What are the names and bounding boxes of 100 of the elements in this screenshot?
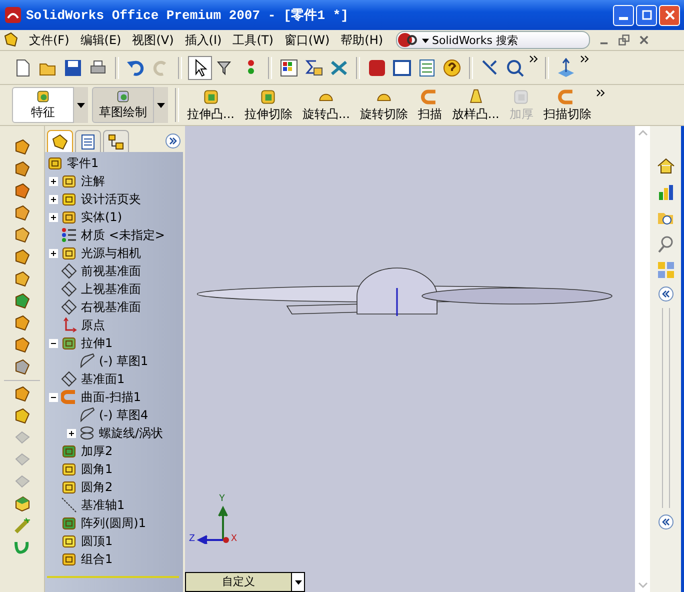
view-dropdown[interactable]: 自定义 [185,572,305,592]
menu-item[interactable]: 视图(V) [128,32,181,48]
extrude-icon [202,88,220,106]
tree-item[interactable]: 圆角2 [81,478,113,496]
tree-root[interactable]: 零件1 [67,154,99,172]
close-icon[interactable] [638,34,650,46]
chevron-icon[interactable] [580,55,590,63]
tool-icon[interactable] [13,385,31,403]
close-button[interactable] [659,4,680,26]
origin-icon [61,317,77,333]
restore-icon[interactable] [618,34,630,46]
expand-panel-icon[interactable] [165,133,181,149]
feature-icon [61,245,77,261]
tree-item[interactable]: 加厚2 [81,442,113,460]
plane-icon [61,281,77,297]
collapse-pane-icon[interactable] [658,286,674,302]
expand-icon[interactable] [48,194,58,204]
plane-icon [61,299,77,315]
collapse-icon[interactable] [48,338,58,348]
feature-icon [61,479,77,495]
sketch-icon [79,407,95,423]
tree-item[interactable]: 基准面1 [81,370,125,388]
configuration-tab[interactable] [103,130,129,152]
maximize-button[interactable] [636,4,657,26]
dropdown-arrow-icon[interactable] [294,580,302,584]
tree-item[interactable]: 螺旋线/涡状 [99,424,164,442]
tree-item[interactable]: (-) 草图4 [99,406,148,424]
search-field[interactable]: SolidWorks 搜索 [396,31,590,49]
tool-icon[interactable] [13,407,31,425]
tree-item[interactable]: 光源与相机 [81,244,141,262]
collapse-icon[interactable] [48,392,58,402]
expand-icon[interactable] [48,212,58,222]
material-icon [61,227,77,243]
tree-item[interactable]: 前视基准面 [81,262,141,280]
tree-item[interactable]: 圆角1 [81,460,113,478]
tool-icon[interactable] [13,138,31,156]
tree-item[interactable]: 组合1 [81,550,113,568]
tree-item[interactable]: 右视基准面 [81,298,141,316]
tool-icon[interactable] [13,248,31,266]
helix-icon [79,425,95,441]
chevron-icon[interactable] [596,89,606,97]
dropdown-arrow-icon[interactable] [157,102,165,108]
tree-item[interactable]: (-) 草图1 [99,352,148,370]
axis-icon [61,497,77,513]
command-button[interactable]: 扫描 [412,86,447,124]
menu-item[interactable]: 帮助(H) [336,32,390,48]
command-button[interactable]: 旋转凸... [297,86,355,124]
help-icon[interactable] [441,56,463,78]
tree-item[interactable]: 原点 [81,316,105,334]
tool-icon[interactable] [13,358,31,376]
pointer-icon[interactable] [188,56,212,80]
collapse-pane-icon[interactable] [658,514,674,530]
tool-icon[interactable] [13,314,31,332]
tree-item[interactable]: 阵列(圆周)1 [81,514,146,532]
feature-icon [61,335,77,351]
command-button[interactable]: 放样凸... [446,86,504,124]
menu-item[interactable]: 工具(T) [228,32,280,48]
tool-icon[interactable] [13,292,31,310]
command-button[interactable]: 拉伸凸... [182,86,240,124]
feature-icon [61,515,77,531]
command-tab[interactable]: 特征 [12,87,74,123]
tool-icon[interactable] [13,226,31,244]
command-button[interactable]: 扫描切除 [538,86,596,124]
menu-item[interactable]: 插入(I) [180,32,229,48]
home-icon[interactable] [656,156,676,176]
tool-icon[interactable] [13,270,31,288]
feature-tree-tab[interactable] [47,130,73,152]
property-tab[interactable] [75,130,101,152]
tool-icon[interactable] [13,182,31,200]
tree-item[interactable]: 实体(1) [81,208,122,226]
command-tab[interactable]: 草图绘制 [92,87,154,123]
expand-icon[interactable] [48,248,58,258]
tool-icon[interactable] [13,336,31,354]
chevron-icon[interactable] [529,55,539,63]
menu-item[interactable]: 文件(F) [25,32,76,48]
tree-item[interactable]: 基准轴1 [81,496,125,514]
search-icon[interactable] [656,234,676,254]
tree-item[interactable]: 曲面-扫描1 [81,388,141,406]
tree-item[interactable]: 注解 [81,172,105,190]
command-button[interactable]: 拉伸切除 [239,86,298,124]
dropdown-arrow-icon[interactable] [77,102,85,108]
tree-item[interactable]: 材质 <未指定> [81,226,165,244]
minimize-button[interactable] [613,4,634,26]
plane-icon [61,263,77,279]
menu-item[interactable]: 编辑(E) [76,32,128,48]
menu-item[interactable]: 窗口(W) [280,32,337,48]
expand-icon[interactable] [48,176,58,186]
color-grid-icon[interactable] [278,56,300,78]
tool-icon[interactable] [13,495,31,513]
sketch-icon [79,353,95,369]
splitter-handle[interactable] [662,308,670,508]
tree-item[interactable]: 拉伸1 [81,334,113,352]
tree-item[interactable]: 圆顶1 [81,532,113,550]
tool-icon[interactable] [13,160,31,178]
tree-item[interactable]: 上视基准面 [81,280,141,298]
expand-icon[interactable] [66,428,76,438]
tree-item[interactable]: 设计活页夹 [81,190,141,208]
tool-icon[interactable] [13,204,31,222]
feature-icon [61,209,77,225]
command-button[interactable]: 旋转切除 [354,86,413,124]
